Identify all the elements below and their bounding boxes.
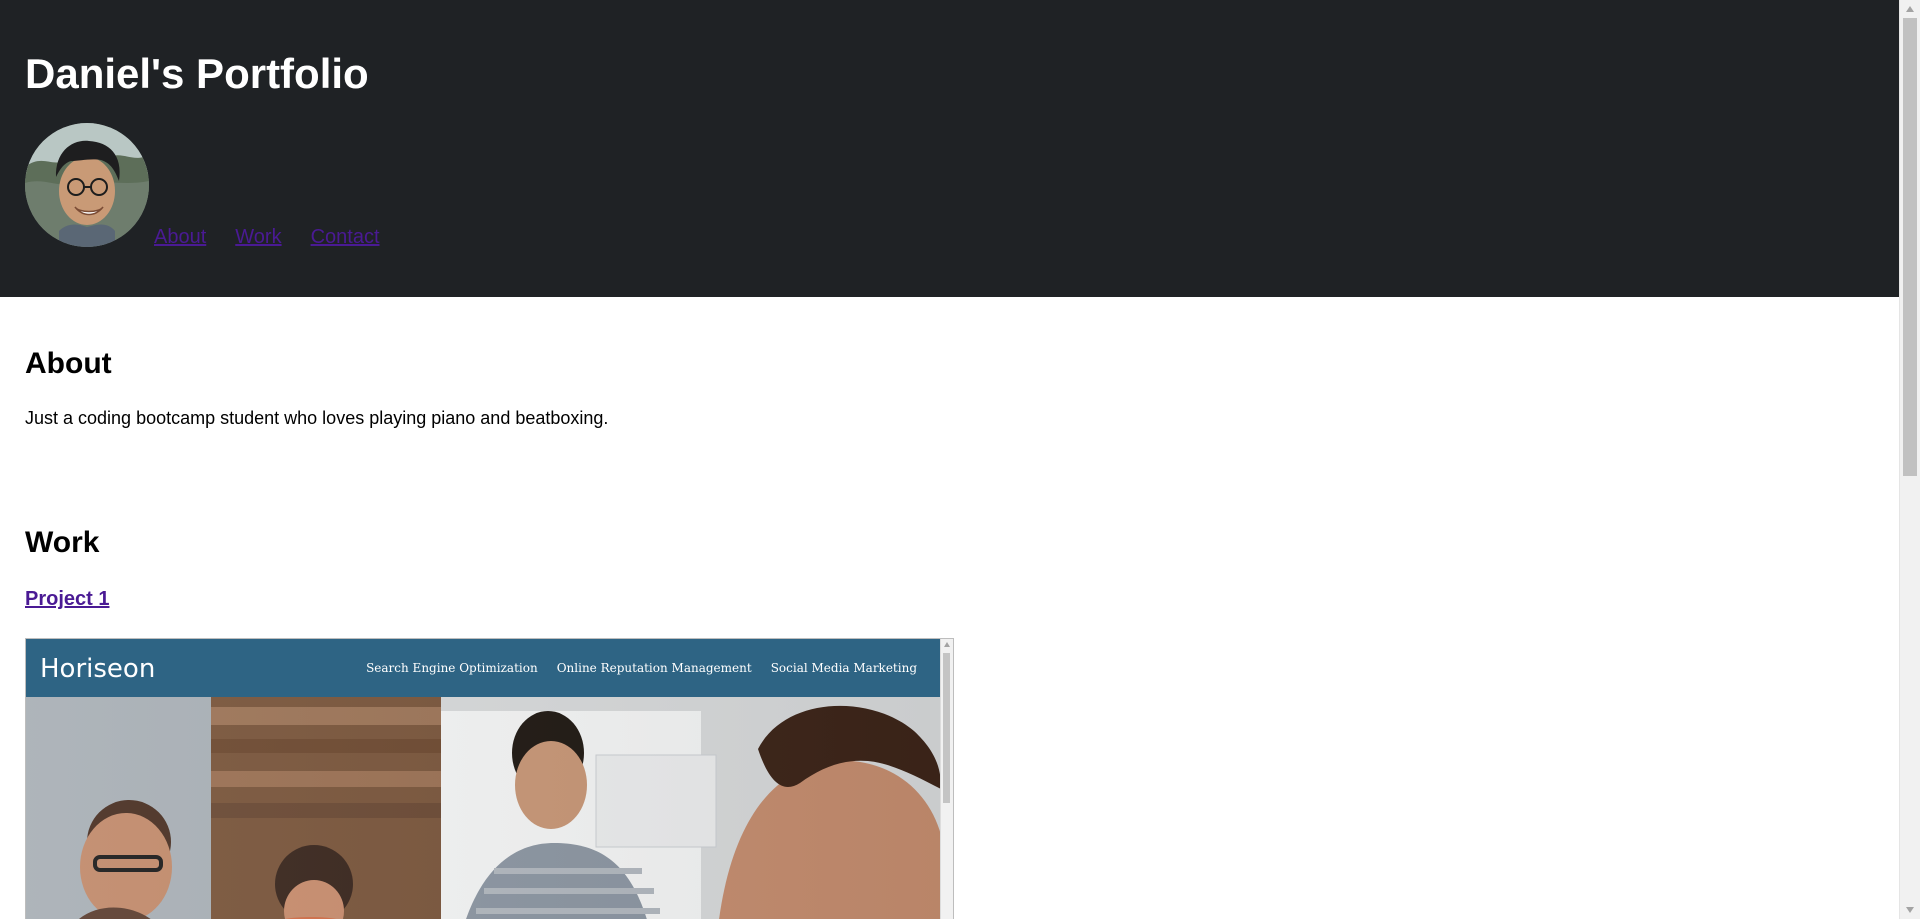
about-heading: About	[25, 347, 112, 380]
page-title: Daniel's Portfolio	[25, 50, 369, 97]
scrollbar-thumb[interactable]	[1903, 18, 1917, 476]
screenshot-nav-item-seo: Search Engine Optimization	[366, 661, 538, 675]
chevron-down-icon[interactable]	[1906, 907, 1914, 913]
screenshot-brand: Horiseon	[40, 654, 156, 684]
profile-photo	[25, 123, 149, 247]
screenshot-hero-image	[26, 697, 941, 919]
project-1-link[interactable]: Project 1	[25, 588, 109, 611]
screenshot-nav-item-orm: Online Reputation Management	[556, 661, 752, 675]
chevron-up-icon[interactable]	[1906, 6, 1914, 12]
screenshot-nav-item-smm: Social Media Marketing	[770, 661, 917, 675]
screenshot-header: Horiseon Search Engine Optimization Onli…	[26, 639, 941, 697]
browser-viewport: Daniel's Portfolio About Work Contact Ab…	[0, 0, 1920, 919]
work-heading: Work	[25, 526, 100, 559]
portfolio-page: Daniel's Portfolio About Work Contact Ab…	[0, 0, 1899, 919]
nav-link-contact[interactable]: Contact	[311, 226, 380, 249]
screenshot-nav: Search Engine Optimization Online Reputa…	[366, 661, 917, 675]
team-photo	[26, 697, 941, 919]
main-nav: About Work Contact	[154, 226, 380, 249]
screenshot-scroll-thumb	[943, 653, 950, 803]
project-1-screenshot[interactable]: Horiseon Search Engine Optimization Onli…	[25, 638, 954, 919]
avatar	[25, 123, 149, 247]
screenshot-scroll-up-icon	[944, 642, 950, 647]
vertical-scrollbar[interactable]	[1899, 0, 1920, 919]
nav-link-about[interactable]: About	[154, 226, 206, 249]
about-text: Just a coding bootcamp student who loves…	[25, 408, 609, 428]
nav-link-work[interactable]: Work	[235, 226, 281, 249]
screenshot-scrollbar	[940, 639, 953, 919]
site-header: Daniel's Portfolio About Work Contact	[0, 0, 1899, 297]
